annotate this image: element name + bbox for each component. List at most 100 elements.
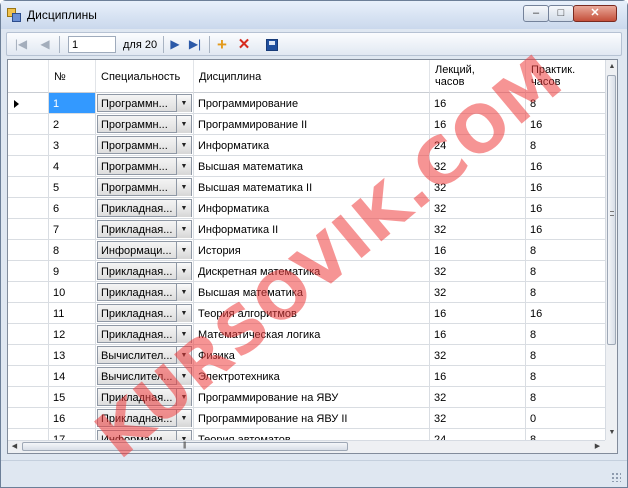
specialty-combobox[interactable]: Вычислител... ▼	[97, 367, 192, 385]
cell-discipline[interactable]: Информатика	[194, 198, 430, 219]
row-header[interactable]	[8, 114, 49, 135]
dropdown-arrow-icon[interactable]: ▼	[176, 410, 191, 427]
dropdown-arrow-icon[interactable]: ▼	[176, 431, 191, 440]
cell-specialty[interactable]: Программн... ▼	[96, 93, 194, 114]
cell-num[interactable]: 16	[49, 408, 96, 429]
table-row[interactable]: 8 Информаци... ▼ История 16 8	[8, 240, 605, 261]
specialty-combobox[interactable]: Прикладная... ▼	[97, 388, 192, 406]
dropdown-arrow-icon[interactable]: ▼	[176, 347, 191, 364]
cell-num[interactable]: 10	[49, 282, 96, 303]
specialty-combobox[interactable]: Прикладная... ▼	[97, 304, 192, 322]
horizontal-scroll-thumb[interactable]: |||	[22, 442, 348, 451]
table-row[interactable]: 12 Прикладная... ▼ Математическая логика 16 8	[8, 324, 605, 345]
cell-practice[interactable]: 16	[526, 156, 605, 177]
row-header[interactable]	[8, 366, 49, 387]
dropdown-arrow-icon[interactable]: ▼	[176, 368, 191, 385]
cell-specialty[interactable]: Прикладная... ▼	[96, 261, 194, 282]
cell-lectures[interactable]: 24	[430, 135, 526, 156]
table-row[interactable]: 1 Программн... ▼ Программирование 16 8	[8, 93, 605, 114]
vertical-scrollbar[interactable]: ▲ ▼	[605, 60, 617, 440]
cell-lectures[interactable]: 16	[430, 303, 526, 324]
minimize-button[interactable]: –	[523, 5, 549, 22]
column-header-num[interactable]: №	[49, 60, 96, 93]
cell-num[interactable]: 17	[49, 429, 96, 440]
move-first-icon[interactable]: |◀	[13, 36, 29, 53]
cell-lectures[interactable]: 32	[430, 282, 526, 303]
row-header[interactable]	[8, 345, 49, 366]
cell-specialty[interactable]: Прикладная... ▼	[96, 324, 194, 345]
cell-specialty[interactable]: Программн... ▼	[96, 156, 194, 177]
specialty-combobox[interactable]: Информаци... ▼	[97, 241, 192, 259]
cell-num[interactable]: 8	[49, 240, 96, 261]
dropdown-arrow-icon[interactable]: ▼	[176, 116, 191, 133]
delete-icon[interactable]: ✕	[236, 36, 252, 53]
cell-discipline[interactable]: Программирование	[194, 93, 430, 114]
cell-discipline[interactable]: Информатика	[194, 135, 430, 156]
column-header-discipline[interactable]: Дисциплина	[194, 60, 430, 93]
cell-specialty[interactable]: Вычислител... ▼	[96, 366, 194, 387]
cell-specialty[interactable]: Прикладная... ▼	[96, 387, 194, 408]
column-header-specialty[interactable]: Специальность	[96, 60, 194, 93]
table-row[interactable]: 7 Прикладная... ▼ Информатика II 32 16	[8, 219, 605, 240]
cell-practice[interactable]: 8	[526, 324, 605, 345]
row-header[interactable]	[8, 324, 49, 345]
specialty-combobox[interactable]: Информаци... ▼	[97, 430, 192, 440]
cell-lectures[interactable]: 24	[430, 429, 526, 440]
cell-num[interactable]: 5	[49, 177, 96, 198]
specialty-combobox[interactable]: Программн... ▼	[97, 94, 192, 112]
cell-num[interactable]: 2	[49, 114, 96, 135]
cell-practice[interactable]: 8	[526, 261, 605, 282]
cell-num[interactable]: 6	[49, 198, 96, 219]
maximize-button[interactable]: □	[548, 5, 574, 22]
specialty-combobox[interactable]: Прикладная... ▼	[97, 262, 192, 280]
cell-lectures[interactable]: 16	[430, 240, 526, 261]
scroll-left-icon[interactable]: ◀	[8, 441, 21, 453]
scroll-right-icon[interactable]: ▶	[591, 441, 604, 453]
row-header[interactable]	[8, 282, 49, 303]
cell-discipline[interactable]: Физика	[194, 345, 430, 366]
dropdown-arrow-icon[interactable]: ▼	[176, 326, 191, 343]
move-last-icon[interactable]: ▶|	[187, 36, 203, 53]
move-next-icon[interactable]: ▶	[167, 36, 183, 53]
cell-discipline[interactable]: Теория автоматов	[194, 429, 430, 440]
dropdown-arrow-icon[interactable]: ▼	[176, 221, 191, 238]
cell-lectures[interactable]: 32	[430, 156, 526, 177]
cell-practice[interactable]: 16	[526, 114, 605, 135]
specialty-combobox[interactable]: Прикладная... ▼	[97, 283, 192, 301]
table-row[interactable]: 6 Прикладная... ▼ Информатика 32 16	[8, 198, 605, 219]
resize-grip-icon[interactable]	[611, 472, 621, 482]
specialty-combobox[interactable]: Вычислител... ▼	[97, 346, 192, 364]
cell-num[interactable]: 4	[49, 156, 96, 177]
row-header[interactable]	[8, 177, 49, 198]
cell-practice[interactable]: 8	[526, 135, 605, 156]
cell-lectures[interactable]: 16	[430, 324, 526, 345]
dropdown-arrow-icon[interactable]: ▼	[176, 389, 191, 406]
cell-discipline[interactable]: Высшая математика	[194, 282, 430, 303]
cell-num[interactable]: 11	[49, 303, 96, 324]
column-header-lectures[interactable]: Лекций, часов	[430, 60, 526, 93]
specialty-combobox[interactable]: Программн... ▼	[97, 178, 192, 196]
row-header[interactable]	[8, 303, 49, 324]
specialty-combobox[interactable]: Программн... ▼	[97, 115, 192, 133]
close-button[interactable]: ✕	[573, 5, 617, 22]
cell-num[interactable]: 13	[49, 345, 96, 366]
cell-practice[interactable]: 8	[526, 366, 605, 387]
dropdown-arrow-icon[interactable]: ▼	[176, 158, 191, 175]
dropdown-arrow-icon[interactable]: ▼	[176, 200, 191, 217]
dropdown-arrow-icon[interactable]: ▼	[176, 95, 191, 112]
row-header[interactable]	[8, 429, 49, 440]
cell-specialty[interactable]: Вычислител... ▼	[96, 345, 194, 366]
table-row[interactable]: 16 Прикладная... ▼ Программирование на ЯВУ …	[8, 408, 605, 429]
cell-specialty[interactable]: Прикладная... ▼	[96, 219, 194, 240]
cell-num[interactable]: 15	[49, 387, 96, 408]
cell-discipline[interactable]: Информатика II	[194, 219, 430, 240]
table-row[interactable]: 2 Программн... ▼ Программирование II 16 16	[8, 114, 605, 135]
table-row[interactable]: 13 Вычислител... ▼ Физика 32 8	[8, 345, 605, 366]
cell-discipline[interactable]: Высшая математика II	[194, 177, 430, 198]
cell-practice[interactable]: 16	[526, 198, 605, 219]
cell-specialty[interactable]: Прикладная... ▼	[96, 408, 194, 429]
row-header[interactable]	[8, 198, 49, 219]
row-header[interactable]	[8, 219, 49, 240]
move-previous-icon[interactable]: ◀	[37, 36, 53, 53]
cell-practice[interactable]: 8	[526, 282, 605, 303]
